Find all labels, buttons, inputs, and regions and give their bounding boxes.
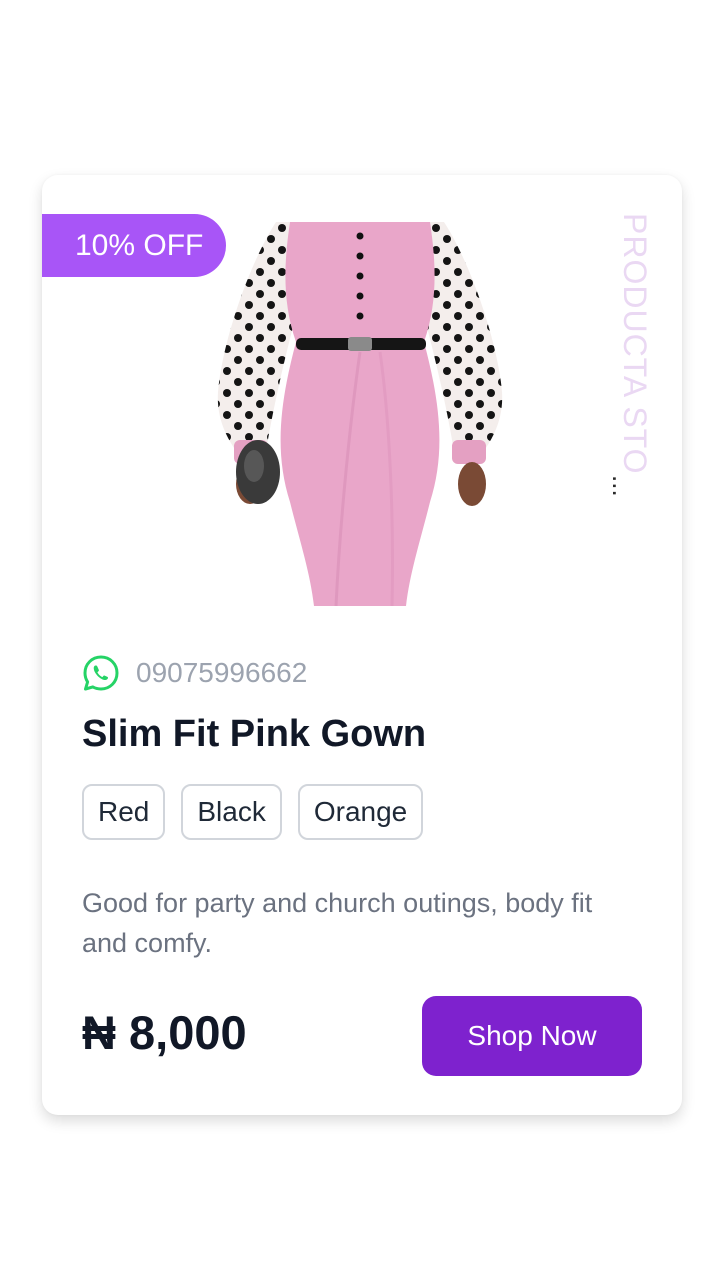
product-title: Slim Fit Pink Gown: [82, 713, 427, 755]
product-image: [210, 222, 510, 607]
dress-illustration: [217, 222, 503, 607]
phone-number[interactable]: 09075996662: [136, 657, 307, 689]
color-option-black[interactable]: Black: [181, 784, 282, 840]
store-name-vertical: PRODUCTA STO: [602, 213, 662, 513]
contact-row[interactable]: 09075996662: [82, 653, 307, 693]
color-option-orange[interactable]: Orange: [297, 784, 424, 840]
discount-badge: 10% OFF: [42, 214, 226, 277]
product-price: ₦ 8,000: [82, 1006, 247, 1059]
color-option-red[interactable]: Red: [82, 784, 166, 840]
product-description: Good for party and church outings, body …: [82, 888, 593, 958]
shop-now-button[interactable]: Shop Now: [422, 996, 642, 1076]
product-card[interactable]: 10% OFF PRODUCTA STO ... 09075996662 Sli…: [42, 175, 682, 1115]
color-options: Red Black Orange: [82, 784, 439, 840]
store-name-label: PRODUCTA STO: [617, 213, 653, 475]
store-more-ellipsis[interactable]: ...: [607, 475, 637, 497]
whatsapp-icon[interactable]: [82, 654, 120, 692]
